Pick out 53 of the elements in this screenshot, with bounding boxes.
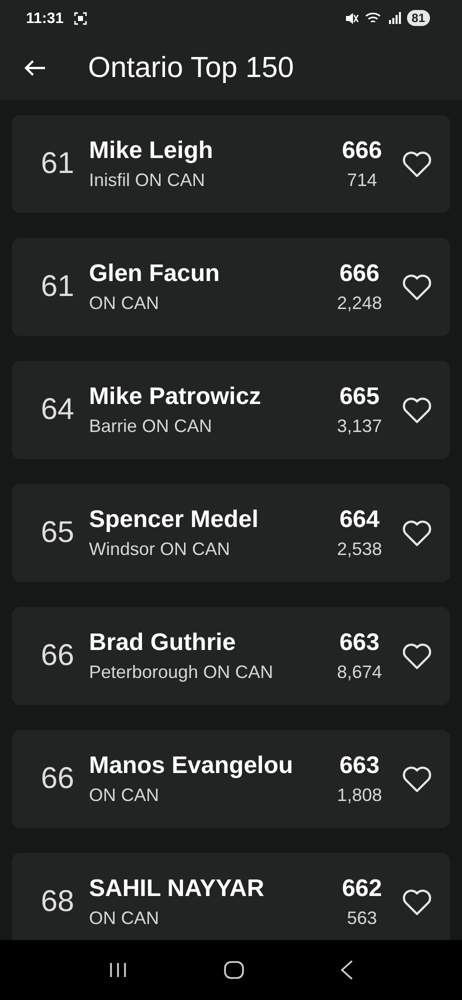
player-name: Mike Leigh [89, 137, 214, 165]
player-name: Brad Guthrie [89, 629, 237, 657]
heart-icon[interactable] [402, 274, 432, 300]
signal-icon [388, 12, 401, 24]
player-count: 8,674 [336, 662, 382, 683]
heart-icon[interactable] [402, 150, 432, 178]
player-name: Spencer Medel [89, 506, 260, 534]
player-name: SAHIL NAYYAR [89, 875, 266, 903]
heart-icon[interactable] [402, 766, 432, 792]
back-arrow-icon[interactable] [24, 59, 46, 77]
mute-icon [344, 12, 359, 24]
player-rank: 68 [40, 885, 76, 919]
heart-icon[interactable] [402, 520, 432, 546]
heart-icon[interactable] [402, 888, 432, 916]
player-score: 665 [339, 383, 380, 411]
player-rank: 66 [40, 639, 76, 673]
player-score: 666 [342, 137, 382, 165]
player-location: ON CAN [89, 908, 160, 929]
player-score: 663 [339, 752, 380, 780]
player-name: Mike Patrowicz [89, 383, 262, 411]
player-location: Inisfil ON CAN [89, 170, 206, 191]
player-score: 664 [339, 506, 380, 534]
player-location: Peterborough ON CAN [89, 662, 274, 683]
player-location: Barrie ON CAN [89, 416, 214, 437]
player-count: 2,248 [336, 293, 382, 314]
player-rank: 61 [40, 270, 76, 304]
heart-icon[interactable] [402, 396, 432, 424]
back-icon[interactable] [340, 960, 354, 980]
screenshot-icon [74, 12, 87, 24]
status-time: 11:31 [26, 10, 64, 26]
recent-apps-icon[interactable] [108, 962, 128, 978]
page-title: Ontario Top 150 [88, 52, 294, 84]
player-location: Windsor ON CAN [89, 539, 232, 560]
player-count: 2,538 [336, 539, 382, 560]
player-score: 666 [339, 260, 380, 288]
player-name: Manos Evangelou [89, 752, 294, 780]
heart-icon[interactable] [402, 642, 432, 670]
player-location: ON CAN [89, 785, 160, 806]
player-score: 662 [342, 875, 382, 903]
battery-level: 81 [406, 10, 430, 26]
player-score: 663 [339, 629, 380, 657]
player-rank: 65 [40, 516, 76, 550]
player-name: Glen Facun [89, 260, 221, 288]
player-count: 1,808 [336, 785, 382, 806]
player-count: 714 [346, 170, 377, 191]
player-count: 563 [346, 908, 377, 929]
player-rank: 66 [40, 762, 76, 796]
home-icon[interactable] [224, 961, 244, 979]
player-location: ON CAN [89, 293, 160, 314]
player-count: 3,137 [336, 416, 382, 437]
player-rank: 64 [40, 393, 76, 427]
wifi-icon [364, 12, 383, 24]
player-rank: 61 [40, 147, 76, 181]
